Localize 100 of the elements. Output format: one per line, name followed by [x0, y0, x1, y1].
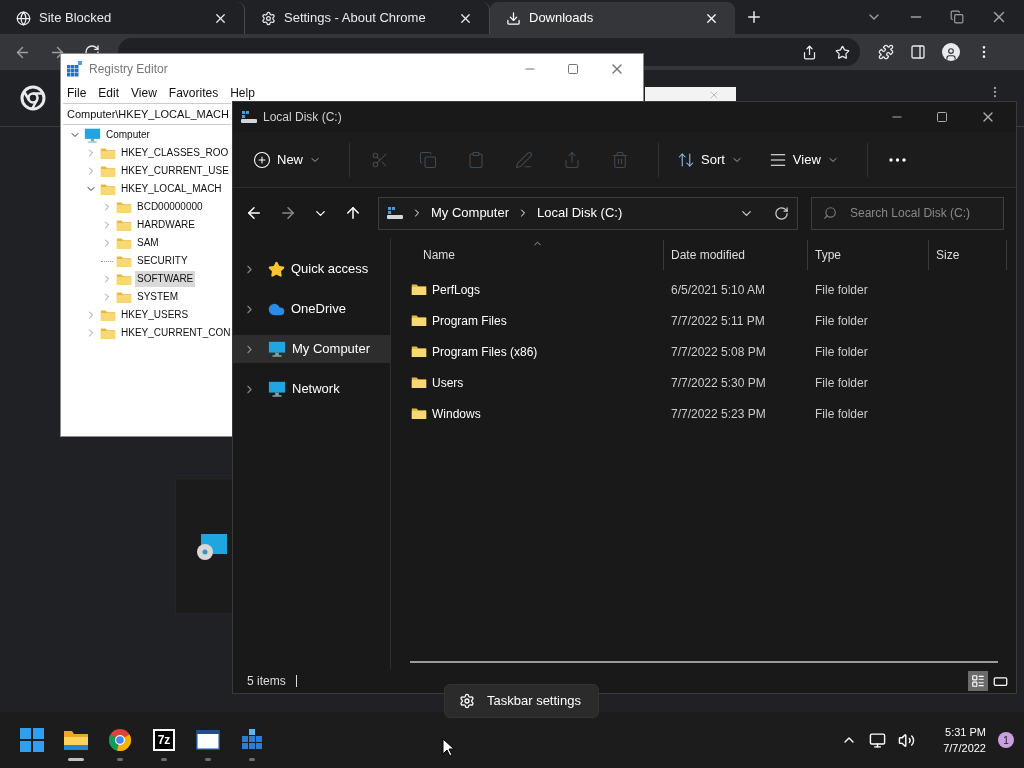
browser-tab[interactable]: Downloads: [490, 2, 735, 34]
tree-item[interactable]: Computer: [104, 127, 152, 143]
type-cell-text: File folder: [814, 405, 869, 423]
settings-icon: [459, 693, 475, 709]
navigation-item[interactable]: Network: [233, 375, 390, 403]
file-name[interactable]: Program Files: [432, 311, 507, 330]
search-icon: [823, 205, 837, 220]
tree-item[interactable]: HKEY_CURRENT_CON: [119, 325, 233, 341]
window-title: Registry Editor: [89, 60, 169, 78]
monitor-icon: [268, 340, 286, 358]
folder-icon: [411, 314, 427, 327]
breadcrumb-item[interactable]: Local Disk (C:): [537, 203, 623, 223]
folder-icon: [100, 146, 116, 160]
type-cell-text: File folder: [814, 281, 869, 299]
navigation-item[interactable]: My Computer: [233, 335, 390, 363]
tree-item[interactable]: SYSTEM: [135, 289, 181, 305]
start-icon: [20, 728, 44, 752]
address-field[interactable]: Computer\HKEY_LOCAL_MACH: [63, 103, 231, 125]
menu-item[interactable]: Edit: [98, 84, 120, 102]
details-list-icon: [971, 674, 985, 688]
column-header[interactable]: Name: [401, 240, 664, 270]
file-name[interactable]: Program Files (x86): [432, 342, 538, 361]
bookmark-star-icon[interactable]: [835, 44, 850, 60]
extensions-icon[interactable]: [878, 44, 894, 60]
menu-item[interactable]: Help: [230, 84, 255, 102]
restore-icon[interactable]: [950, 10, 964, 24]
registry-grid-icon: [67, 60, 83, 77]
back-icon[interactable]: [245, 204, 263, 222]
tree-item[interactable]: HARDWARE: [135, 217, 197, 233]
tree-item[interactable]: SAM: [135, 235, 161, 251]
side-panel-icon[interactable]: [910, 44, 926, 60]
mouse-pointer-icon: [442, 738, 455, 757]
folder-icon: [116, 254, 132, 268]
horizontal-scrollbar[interactable]: [410, 661, 998, 663]
folder-icon: [116, 200, 132, 214]
navigation-item[interactable]: OneDrive: [233, 295, 390, 323]
tree-item[interactable]: HKEY_CLASSES_ROO: [119, 145, 231, 161]
maximize-icon[interactable]: [567, 62, 579, 75]
search-field[interactable]: Search Local Disk (C:): [811, 196, 1004, 230]
date-cell-text: 7/7/2022 5:08 PM: [670, 343, 767, 361]
taskbar-app[interactable]: 7z: [142, 718, 186, 762]
forward-icon[interactable]: [279, 204, 297, 222]
refresh-icon[interactable]: [774, 205, 789, 221]
cubes-icon: [241, 728, 263, 752]
taskbar-settings-menu[interactable]: Taskbar settings: [444, 684, 599, 718]
window-title: Local Disk (C:): [263, 109, 343, 126]
tree-item[interactable]: HKEY_LOCAL_MACH: [119, 181, 224, 197]
tree-item[interactable]: SECURITY: [135, 253, 190, 269]
download-icon: [506, 10, 521, 26]
menu-item[interactable]: View: [131, 84, 157, 102]
column-header[interactable]: Date modified: [664, 240, 808, 270]
tree-item[interactable]: HKEY_USERS: [119, 307, 191, 323]
file-name[interactable]: PerfLogs: [432, 280, 481, 299]
file-name[interactable]: Users: [432, 373, 464, 392]
network-icon[interactable]: [869, 731, 887, 749]
chrome-icon: [108, 728, 132, 752]
computer-disc-icon: [197, 534, 227, 562]
new-tab-icon[interactable]: [745, 8, 763, 26]
details-view-toggle[interactable]: [968, 671, 988, 691]
file-name[interactable]: Windows: [432, 404, 481, 423]
folder-icon: [116, 272, 132, 286]
tree-item[interactable]: HKEY_CURRENT_USE: [119, 163, 231, 179]
type-cell-text: File folder: [814, 312, 869, 330]
tab-title: Site Blocked: [39, 9, 113, 28]
sort-button[interactable]: Sort: [669, 141, 751, 178]
chrome-logo-icon: [20, 85, 46, 111]
network-computer-icon: [268, 380, 286, 398]
app-logo: 7z: [153, 729, 175, 751]
profile-avatar[interactable]: [942, 43, 960, 61]
folder-icon: [411, 407, 427, 420]
tree-item[interactable]: SOFTWARE: [135, 271, 196, 287]
maximize-icon[interactable]: [936, 111, 948, 123]
menu-item[interactable]: Favorites: [168, 84, 219, 102]
up-icon[interactable]: [344, 204, 362, 222]
folder-icon: [411, 345, 427, 358]
date-cell-text: 6/5/2021 5:10 AM: [670, 281, 767, 299]
new-button[interactable]: New: [245, 141, 329, 178]
volume-icon[interactable]: [898, 731, 916, 749]
clock[interactable]: 5:31 PM 7/7/2022: [943, 724, 986, 756]
breadcrumb-bar[interactable]: My Computer Local Disk (C:): [378, 196, 798, 230]
column-header[interactable]: Size: [929, 240, 1007, 270]
folder-icon: [116, 236, 132, 250]
menu-item[interactable]: File: [67, 84, 87, 102]
type-cell-text: File folder: [814, 343, 869, 361]
star-icon: [268, 260, 285, 278]
clock-date: 7/7/2022: [943, 741, 986, 756]
breadcrumb-item[interactable]: My Computer: [431, 203, 510, 223]
view-button[interactable]: View: [760, 141, 847, 178]
notification-badge[interactable]: 1: [998, 732, 1014, 748]
folder-icon: [100, 308, 116, 322]
settings-icon: [261, 10, 276, 26]
navigation-item[interactable]: Quick access: [233, 255, 390, 283]
folder-icon: [100, 182, 116, 196]
computer-icon: [84, 126, 101, 144]
tab-title: Downloads: [529, 9, 595, 28]
column-header[interactable]: Type: [808, 240, 929, 270]
window-icon: [196, 730, 220, 750]
tree-item[interactable]: BCD00000000: [135, 199, 205, 215]
share-icon[interactable]: [802, 44, 817, 60]
clock-time: 5:31 PM: [945, 725, 986, 740]
